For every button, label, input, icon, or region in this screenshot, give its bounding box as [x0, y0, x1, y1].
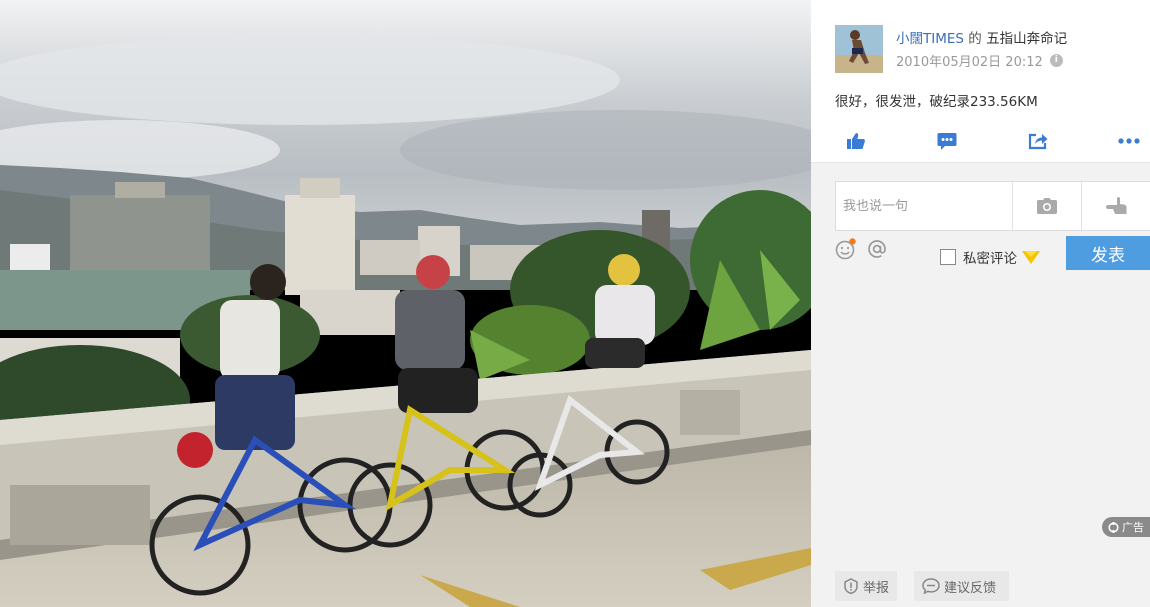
submit-comment-button[interactable]: 发表 [1066, 236, 1150, 270]
smiley-icon [835, 238, 856, 260]
mention-button[interactable] [866, 238, 888, 260]
like-button[interactable] [841, 126, 871, 156]
emoji-button[interactable] [835, 238, 857, 260]
private-comment-label: 私密评论 [963, 251, 1017, 267]
private-comment-option[interactable]: 私密评论 [940, 247, 1040, 267]
of-text: 的 [968, 31, 982, 47]
pointing-hand-icon [1105, 197, 1126, 214]
photo-upload-button[interactable] [1013, 182, 1081, 230]
vip-diamond-icon [1022, 250, 1040, 264]
post-description: 很好，很发泄，破纪录233.56KM [835, 94, 1038, 110]
post-date: 2010年05月02日 20:12 i [896, 51, 1063, 70]
photo-image [0, 0, 811, 607]
comment-box [835, 181, 1150, 231]
report-label: 举报 [862, 580, 889, 596]
camera-icon [1037, 198, 1057, 214]
feedback-icon [922, 578, 940, 594]
private-comment-checkbox[interactable] [940, 249, 956, 265]
comment-button[interactable] [932, 126, 962, 156]
share-icon [1028, 133, 1048, 150]
photo-viewer[interactable] [0, 0, 811, 607]
comment-icon [937, 132, 957, 150]
author-name-link[interactable]: 小闊TIMES [896, 31, 964, 47]
action-bar [811, 126, 1150, 156]
comment-input[interactable] [836, 182, 1012, 230]
thumbs-up-icon [847, 133, 865, 149]
report-icon [844, 578, 858, 594]
post-datetime: 2010年05月02日 20:12 [896, 55, 1043, 70]
more-icon [1118, 138, 1140, 144]
feedback-label: 建议反馈 [944, 580, 997, 596]
share-button[interactable] [1023, 126, 1053, 156]
avatar-image [835, 25, 883, 73]
at-icon [868, 240, 886, 258]
ad-label: 广告 [1122, 521, 1144, 534]
feedback-button[interactable]: 建议反馈 [914, 571, 1009, 601]
side-panel: 小闊TIMES 的 五指山奔命记 2010年05月02日 20:12 i 很好，… [811, 0, 1150, 607]
post-info: 小闊TIMES 的 五指山奔命记 2010年05月02日 20:12 i 很好，… [811, 0, 1150, 163]
poke-button[interactable] [1082, 182, 1150, 230]
author-line: 小闊TIMES 的 五指山奔命记 [896, 27, 1067, 47]
info-icon[interactable]: i [1049, 54, 1063, 67]
ad-tag[interactable]: 广告 [1102, 517, 1150, 537]
album-name-link[interactable]: 五指山奔命记 [986, 31, 1067, 47]
avatar[interactable] [835, 25, 883, 73]
more-button[interactable] [1114, 126, 1144, 156]
ad-icon [1108, 521, 1119, 533]
report-button[interactable]: 举报 [835, 571, 897, 601]
